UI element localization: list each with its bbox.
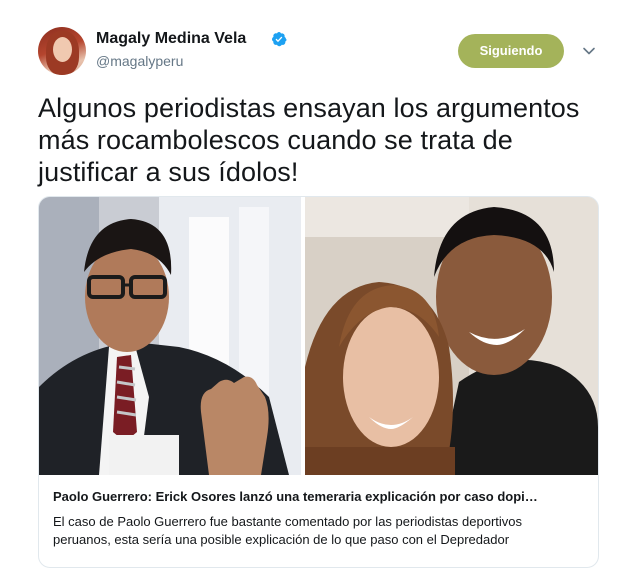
card-description: El caso de Paolo Guerrero fue bastante c… <box>53 514 522 547</box>
chevron-down-icon[interactable] <box>582 44 596 58</box>
tweet-header: Magaly Medina Vela @magalyperu Siguiendo <box>0 0 620 85</box>
avatar-face <box>53 37 72 62</box>
tweet-text: Algunos periodistas ensayan los argument… <box>38 93 580 187</box>
author-handle[interactable]: @magalyperu <box>96 53 183 69</box>
card-title[interactable]: Paolo Guerrero: Erick Osores lanzó una t… <box>53 489 583 504</box>
verified-badge-icon <box>272 32 287 47</box>
following-button[interactable]: Siguiendo <box>458 34 564 68</box>
link-card[interactable]: Paolo Guerrero: Erick Osores lanzó una t… <box>38 196 599 568</box>
author-name[interactable]: Magaly Medina Vela <box>96 30 246 48</box>
card-image[interactable] <box>39 197 598 475</box>
avatar[interactable] <box>38 27 86 75</box>
